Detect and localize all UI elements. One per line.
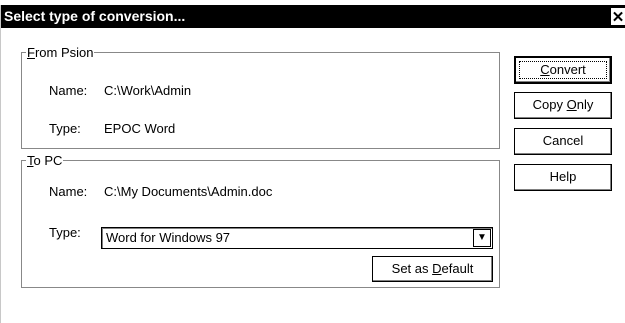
from-name-value: C:\Work\Admin bbox=[104, 83, 192, 98]
from-type-label: Type: bbox=[49, 121, 81, 136]
set-as-default-button[interactable]: Set as Default bbox=[372, 256, 493, 282]
from-psion-legend: From Psion bbox=[26, 45, 95, 60]
convert-button[interactable]: Convert bbox=[514, 56, 612, 84]
from-name-label: Name: bbox=[49, 83, 88, 98]
from-psion-group: From Psion bbox=[21, 45, 500, 149]
cancel-button[interactable]: Cancel bbox=[514, 128, 612, 155]
to-type-label: Type: bbox=[49, 225, 81, 240]
target-type-value: Word for Windows 97 bbox=[106, 230, 231, 245]
chevron-down-icon[interactable]: ▼ bbox=[473, 229, 491, 247]
focus-rectangle bbox=[519, 61, 607, 79]
to-name-label: Name: bbox=[49, 184, 88, 199]
close-icon[interactable]: ✕ bbox=[610, 7, 625, 26]
to-name-value: C:\My Documents\Admin.doc bbox=[104, 184, 273, 199]
copy-only-button[interactable]: Copy Only bbox=[514, 92, 612, 119]
target-type-select[interactable]: Word for Windows 97 ▼ bbox=[101, 227, 493, 249]
title-bar: Select type of conversion... ✕ bbox=[1, 5, 625, 28]
help-button[interactable]: Help bbox=[514, 164, 612, 191]
to-pc-legend: To PC bbox=[26, 153, 64, 168]
from-type-value: EPOC Word bbox=[104, 121, 176, 136]
conversion-dialog: Select type of conversion... ✕ From Psio… bbox=[0, 5, 625, 323]
dialog-title: Select type of conversion... bbox=[4, 8, 186, 24]
